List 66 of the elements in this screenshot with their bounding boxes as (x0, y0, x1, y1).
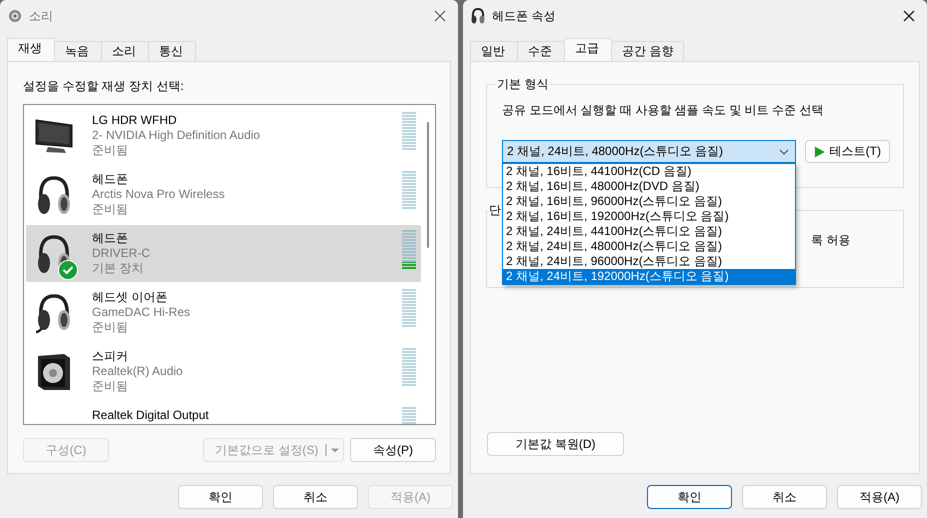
format-dropdown[interactable]: 2 채널, 24비트, 48000Hz(스튜디오 음질) (502, 140, 796, 163)
level-meter (402, 348, 416, 387)
dialog-button[interactable]: 확인 (647, 485, 732, 509)
device-item[interactable]: 스피커 Realtek(R) Audio 준비됨 (26, 343, 421, 400)
device-status: 준비됨 (92, 379, 129, 394)
dialog-button[interactable]: 확인 (178, 485, 263, 509)
device-name: 헤드셋 이어폰 (92, 290, 168, 305)
level-meter (402, 112, 416, 151)
device-status: 준비됨 (92, 202, 129, 217)
dialog-button[interactable]: 취소 (273, 485, 358, 509)
tab[interactable]: 재생 (7, 38, 55, 61)
dialog-button[interactable]: 속성(P) (350, 438, 436, 462)
tab[interactable]: 고급 (564, 38, 612, 61)
device-status: 준비됨 (92, 143, 129, 158)
device-name: LG HDR WFHD (92, 113, 178, 128)
group-title: 단 (488, 203, 502, 217)
test-button[interactable]: 테스트(T) (805, 140, 890, 163)
device-status: 기본 장치 (92, 261, 144, 276)
dropdown-option[interactable]: 2 채널, 24비트, 96000Hz(스튜디오 음질) (503, 254, 795, 269)
device-description: DRIVER-C (92, 246, 152, 261)
dropdown-option[interactable]: 2 채널, 24비트, 48000Hz(스튜디오 음질) (503, 239, 795, 254)
device-item[interactable]: LG HDR WFHD 2- NVIDIA High Definition Audio 준비됨 (26, 107, 421, 164)
device-status: 준비됨 (92, 320, 129, 335)
window-title: 헤드폰 속성 (492, 8, 556, 24)
device-item[interactable]: Realtek Digital Output (26, 402, 421, 424)
device-item[interactable]: 헤드셋 이어폰 GameDAC Hi-Res 준비됨 (26, 284, 421, 341)
device-item[interactable]: 헤드폰 DRIVER-C 기본 장치 (26, 225, 421, 282)
speaker-icon (8, 9, 22, 23)
restore-defaults-button[interactable]: 기본값 복원(D) (487, 432, 624, 456)
device-description: 2- NVIDIA High Definition Audio (92, 128, 262, 143)
speaker-box-icon (36, 352, 72, 392)
window-title: 소리 (29, 8, 54, 24)
dropdown-option[interactable]: 2 채널, 16비트, 192000Hz(스튜디오 음질) (503, 209, 795, 224)
chevron-down-icon (779, 148, 789, 154)
level-meter (402, 289, 416, 328)
dropdown-option[interactable]: 2 채널, 16비트, 44100Hz(CD 음질) (503, 164, 795, 179)
dropdown-arrow-icon (325, 442, 341, 458)
dialog-button[interactable]: 취소 (742, 485, 827, 509)
headset-icon (35, 292, 73, 334)
play-icon (814, 144, 826, 158)
tab[interactable]: 공간 음향 (611, 41, 684, 61)
dropdown-option[interactable]: 2 채널, 16비트, 96000Hz(스튜디오 음질) (503, 194, 795, 209)
close-icon[interactable] (434, 10, 446, 22)
dropdown-option[interactable]: 2 채널, 16비트, 48000Hz(DVD 음질) (503, 179, 795, 194)
instruction-label: 설정을 수정할 재생 장치 선택: (23, 78, 185, 95)
device-description: Arctis Nova Pro Wireless (92, 187, 226, 202)
device-item[interactable]: 헤드폰 Arctis Nova Pro Wireless 준비됨 (26, 166, 421, 223)
dropdown-option[interactable]: 2 채널, 24비트, 44100Hz(스튜디오 음질) (503, 224, 795, 239)
tab[interactable]: 통신 (148, 41, 196, 61)
device-description: Realtek(R) Audio (92, 364, 184, 379)
device-name: 헤드폰 (92, 172, 129, 187)
device-description: GameDAC Hi-Res (92, 305, 192, 320)
device-name: 헤드폰 (92, 231, 129, 246)
device-name: 스피커 (92, 349, 129, 364)
group-title: 기본 형식 (495, 77, 550, 91)
tab[interactable]: 일반 (470, 41, 518, 61)
format-description: 공유 모드에서 실행할 때 사용할 샘플 속도 및 비트 수준 선택 (502, 102, 824, 119)
close-icon[interactable] (903, 10, 915, 22)
dialog-button[interactable]: 적용(A) (837, 485, 922, 509)
device-name: Realtek Digital Output (92, 408, 210, 423)
dropdown-option[interactable]: 2 채널, 24비트, 192000Hz(스튜디오 음질) (503, 269, 795, 284)
option-label: 록 허용 (811, 232, 850, 249)
level-meter (402, 171, 416, 210)
headphones-icon (36, 174, 72, 216)
monitor-icon (34, 117, 74, 155)
headphones-icon (471, 8, 485, 24)
